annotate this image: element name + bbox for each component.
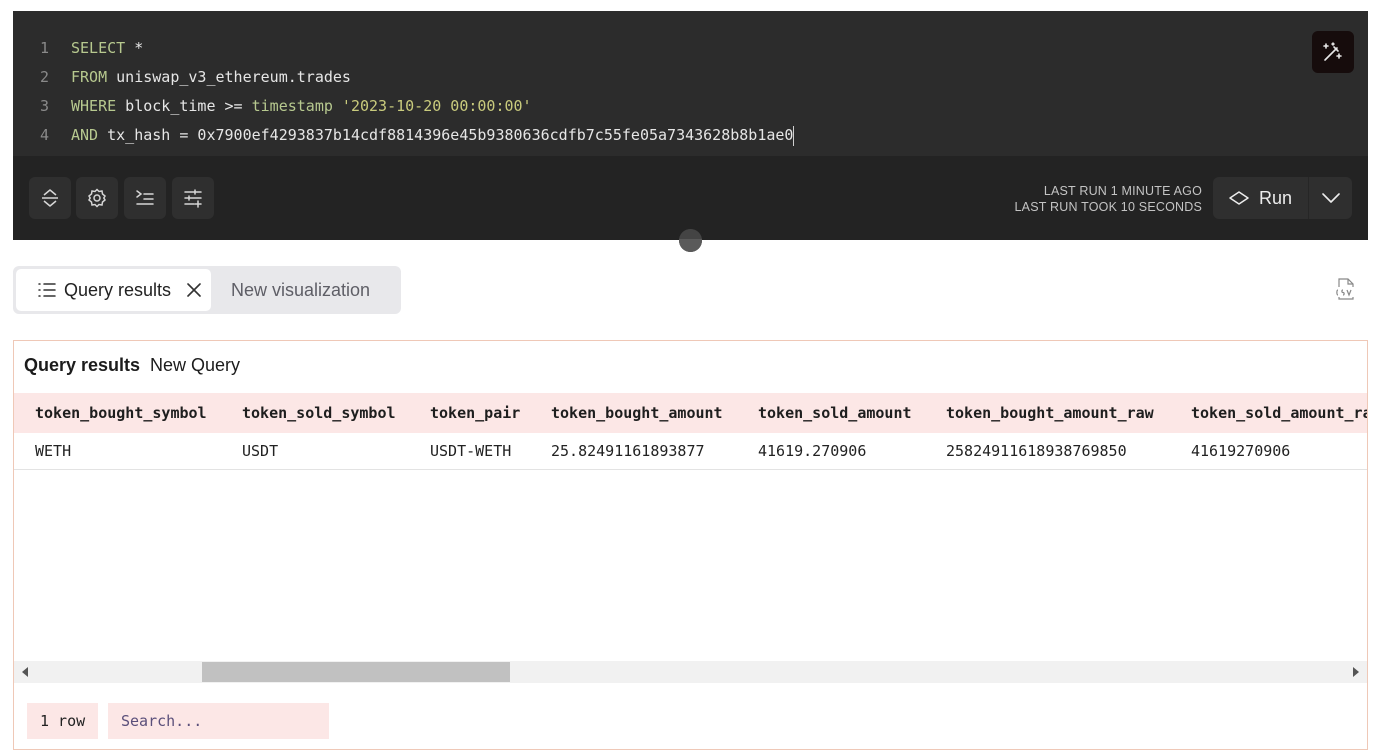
column-header[interactable]: token_pair — [409, 393, 530, 433]
results-title: Query results — [24, 355, 141, 375]
line-number: 4 — [39, 126, 49, 144]
table-cell: USDT-WETH — [430, 442, 512, 460]
gear-icon — [88, 188, 106, 208]
settings-button[interactable] — [76, 177, 118, 219]
sliders-icon — [184, 189, 202, 208]
query-editor: 1 SELECT * 2 FROM uniswap_v3_ethereum.tr… — [13, 11, 1368, 240]
sql-keyword: WHERE — [71, 97, 117, 115]
results-panel: Query results New Query token_bought_sym… — [13, 340, 1368, 750]
run-button[interactable]: Run — [1213, 177, 1309, 219]
run-label: Run — [1258, 187, 1293, 208]
results-search-input[interactable] — [108, 703, 329, 739]
code-line-1[interactable]: 1 SELECT * — [13, 34, 1368, 63]
run-button-group: Run — [1213, 177, 1352, 219]
table-header-row: token_bought_symbol token_sold_symbol to… — [14, 393, 1367, 433]
scrollbar-thumb[interactable] — [202, 662, 510, 682]
text-cursor — [793, 126, 795, 146]
editor-resize-handle[interactable] — [679, 229, 702, 252]
scroll-right-arrow[interactable] — [1353, 667, 1359, 677]
table-cell: 25.82491161893877 — [551, 442, 705, 460]
ai-assist-button[interactable] — [1312, 31, 1354, 73]
row-count-badge: 1 row — [27, 703, 99, 739]
line-number: 1 — [39, 39, 49, 57]
column-header[interactable]: token_sold_symbol — [221, 393, 409, 433]
code-line-4[interactable]: 4 AND tx_hash = 0x7900ef4293837b14cdf881… — [13, 121, 1368, 150]
parameters-button[interactable] — [172, 177, 214, 219]
sql-text: block_time >= — [116, 97, 252, 115]
table-cell: 41619.270906 — [758, 442, 867, 460]
table-cell: 25824911618938769850 — [946, 442, 1127, 460]
expand-editor-button[interactable] — [29, 177, 71, 219]
last-run-duration-text: LAST RUN TOOK 10 SECONDS — [1014, 200, 1202, 214]
csv-download-icon — [1336, 278, 1354, 300]
tab-query-results-label: Query results — [64, 279, 172, 300]
sql-string: '2023-10-20 00:00:00' — [332, 97, 532, 115]
sql-keyword: FROM — [71, 68, 108, 86]
run-info: LAST RUN 1 MINUTE AGO LAST RUN TOOK 10 S… — [1015, 183, 1203, 215]
column-header[interactable]: token_sold_amount_raw — [1170, 393, 1367, 433]
column-header[interactable]: token_sold_amount — [737, 393, 925, 433]
line-number: 2 — [39, 68, 49, 86]
format-query-button[interactable] — [124, 177, 166, 219]
column-header[interactable]: token_bought_amount_raw — [925, 393, 1170, 433]
table-row[interactable]: WETH USDT USDT-WETH 25.82491161893877 41… — [14, 433, 1367, 470]
sql-text: * — [125, 39, 144, 57]
tab-query-results[interactable]: Query results — [16, 269, 211, 311]
scroll-left-arrow[interactable] — [22, 667, 28, 677]
tab-new-visualization[interactable]: New visualization — [211, 269, 370, 311]
sql-text: uniswap_v3_ethereum.trades — [107, 68, 351, 86]
indent-icon — [136, 190, 154, 205]
sql-keyword: AND — [71, 126, 99, 144]
close-icon — [187, 283, 201, 297]
table-cell: USDT — [242, 442, 279, 460]
expand-collapse-icon — [42, 189, 58, 207]
table-cell: 41619270906 — [1191, 442, 1291, 460]
column-header[interactable]: token_bought_symbol — [14, 393, 221, 433]
results-table[interactable]: token_bought_symbol token_sold_symbol to… — [14, 393, 1367, 663]
download-csv-button[interactable] — [1335, 277, 1357, 301]
code-line-2[interactable]: 2 FROM uniswap_v3_ethereum.trades — [13, 63, 1368, 92]
results-tabs: Query results New visualization — [13, 266, 401, 314]
code-line-3[interactable]: 3 WHERE block_time >= timestamp '2023-10… — [13, 92, 1368, 121]
run-options-dropdown[interactable] — [1309, 177, 1352, 219]
run-icon — [1229, 191, 1249, 205]
sql-function: timestamp — [251, 97, 333, 115]
magic-wand-icon — [1323, 42, 1342, 61]
sql-text: tx_hash = 0x7900ef4293837b14cdf8814396e4… — [98, 126, 794, 144]
code-area[interactable]: 1 SELECT * 2 FROM uniswap_v3_ethereum.tr… — [13, 11, 1368, 156]
results-query-name: New Query — [150, 355, 241, 375]
editor-toolbar: LAST RUN 1 MINUTE AGO LAST RUN TOOK 10 S… — [13, 156, 1368, 240]
table-cell: WETH — [35, 442, 72, 460]
chevron-down-icon — [1321, 193, 1340, 203]
last-run-text: LAST RUN 1 MINUTE AGO — [1043, 184, 1202, 198]
list-icon — [38, 283, 56, 297]
close-tab-button[interactable] — [187, 283, 201, 297]
horizontal-scrollbar[interactable] — [14, 661, 1367, 683]
line-number: 3 — [39, 97, 49, 115]
sql-keyword: SELECT — [71, 39, 126, 57]
column-header[interactable]: token_bought_amount — [530, 393, 737, 433]
